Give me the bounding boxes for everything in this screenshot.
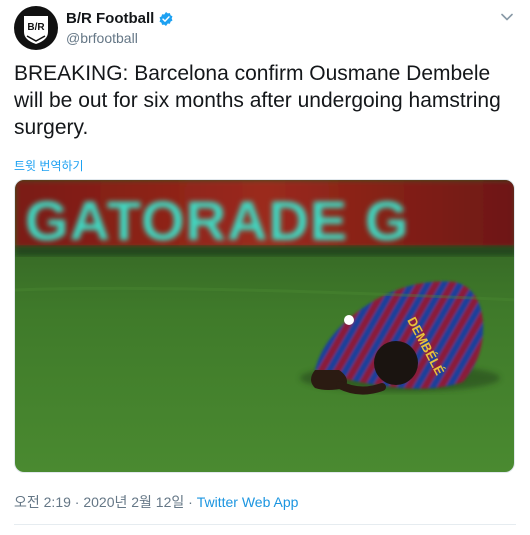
account-handle[interactable]: @brfootball <box>66 30 174 46</box>
verified-badge-icon <box>158 11 174 27</box>
meta-separator: · <box>184 494 197 510</box>
tweet-text: BREAKING: Barcelona confirm Ousmane Demb… <box>14 62 501 139</box>
source-app-link[interactable]: Twitter Web App <box>197 494 299 510</box>
avatar-logo-text: B/R <box>27 22 45 33</box>
divider <box>14 524 516 525</box>
display-name[interactable]: B/R Football <box>66 10 154 27</box>
tweet-photo[interactable]: GATORADE G DEMBÉLÉ <box>14 179 515 473</box>
tweet-timestamp[interactable]: 오전 2:19 · 2020년 2월 12일 <box>14 494 184 510</box>
photo-banner-text: GATORADE G <box>25 189 409 252</box>
avatar[interactable]: B/R <box>14 6 58 50</box>
tweet-meta: 오전 2:19 · 2020년 2월 12일 · Twitter Web App <box>14 492 298 512</box>
photo-player-on-pitch-icon: GATORADE G DEMBÉLÉ <box>15 180 514 472</box>
account-names: B/R Football @brfootball <box>66 10 174 46</box>
tweet-header: B/R B/R Football @brfootball <box>14 6 516 52</box>
translate-tweet-link[interactable]: 트윗 번역하기 <box>14 157 84 174</box>
br-logo-icon: B/R <box>24 16 48 44</box>
chevron-down-icon[interactable] <box>500 10 514 29</box>
